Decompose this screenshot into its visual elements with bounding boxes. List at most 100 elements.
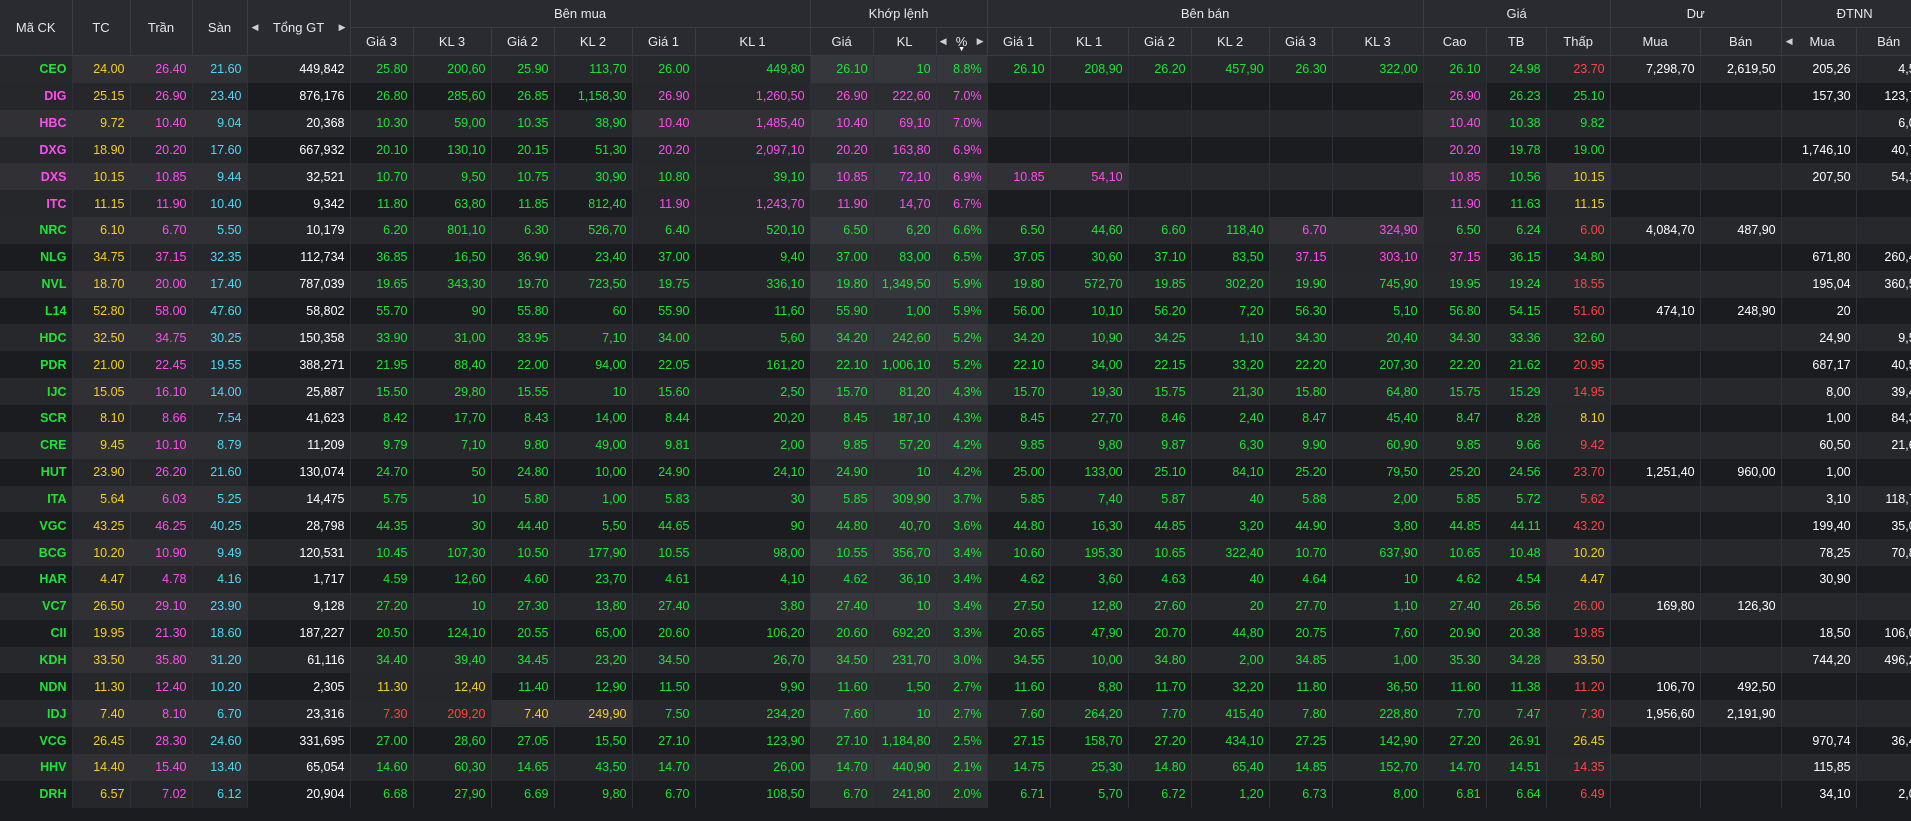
next-arrow-icon[interactable]: ▶ xyxy=(339,22,346,33)
bid-price-cell[interactable]: 7.40 xyxy=(491,700,555,728)
table-row[interactable]: DIG 25.15 26.90 23.40 876,176 26.80 285,60 26.8… xyxy=(0,82,1911,110)
bid-volume-cell[interactable]: 28,60 xyxy=(413,727,492,754)
table-row[interactable]: NVL 18.70 20.00 17.40 787,039 19.65 343,30 19.7… xyxy=(0,270,1911,298)
ask-price-cell[interactable]: 56.30 xyxy=(1269,297,1333,325)
symbol-cell[interactable]: IJC xyxy=(0,378,73,405)
bid-volume-cell[interactable]: 9,80 xyxy=(554,780,633,808)
ask-price-cell[interactable]: 34.25 xyxy=(1128,324,1192,352)
bid-volume-cell[interactable]: 10,00 xyxy=(554,458,633,486)
ask-price-cell[interactable]: 44.90 xyxy=(1269,512,1333,540)
bid-price-cell[interactable]: 34.50 xyxy=(632,646,696,674)
ask-price-cell[interactable]: 7.80 xyxy=(1269,700,1333,728)
ask-volume-cell[interactable]: 5,70 xyxy=(1050,780,1129,808)
bid-volume-cell[interactable]: 336,10 xyxy=(695,270,811,298)
bid-volume-cell[interactable]: 177,90 xyxy=(554,539,633,567)
bid-price-cell[interactable]: 11.40 xyxy=(491,673,555,701)
bid-volume-cell[interactable]: 12,40 xyxy=(413,673,492,701)
ask-volume-cell[interactable]: 133,00 xyxy=(1050,458,1129,486)
header-buy-col[interactable]: Giá 3 xyxy=(350,27,414,56)
ask-price-cell[interactable]: 56.00 xyxy=(987,297,1051,325)
bid-volume-cell[interactable]: 31,00 xyxy=(413,324,492,352)
ask-volume-cell[interactable] xyxy=(1332,136,1424,164)
bid-price-cell[interactable]: 19.75 xyxy=(632,270,696,298)
ask-price-cell[interactable]: 15.75 xyxy=(1128,378,1192,405)
ask-volume-cell[interactable]: 322,40 xyxy=(1191,539,1270,567)
header-sell-col[interactable]: KL 1 xyxy=(1050,27,1129,56)
bid-price-cell[interactable]: 9.80 xyxy=(491,431,555,459)
bid-price-cell[interactable]: 20.10 xyxy=(350,136,414,164)
bid-price-cell[interactable]: 26.90 xyxy=(632,82,696,110)
header-buy-col[interactable]: Giá 1 xyxy=(632,27,696,56)
bid-price-cell[interactable]: 11.90 xyxy=(632,190,696,218)
ask-volume-cell[interactable]: 34,00 xyxy=(1050,351,1129,379)
bid-price-cell[interactable]: 10.55 xyxy=(632,539,696,567)
symbol-cell[interactable]: CEO xyxy=(0,55,73,83)
ask-price-cell[interactable]: 11.80 xyxy=(1269,673,1333,701)
table-row[interactable]: IDJ 7.40 8.10 6.70 23,316 7.30 209,20 7.40 249,9… xyxy=(0,700,1911,728)
bid-volume-cell[interactable]: 63,80 xyxy=(413,190,492,218)
ask-volume-cell[interactable]: 16,30 xyxy=(1050,512,1129,540)
symbol-cell[interactable]: VC7 xyxy=(0,592,73,620)
ask-price-cell[interactable]: 15.70 xyxy=(987,378,1051,405)
bid-price-cell[interactable]: 55.90 xyxy=(632,297,696,325)
symbol-cell[interactable]: NRC xyxy=(0,217,73,244)
bid-volume-cell[interactable]: 38,90 xyxy=(554,109,633,137)
bid-price-cell[interactable]: 11.85 xyxy=(491,190,555,218)
ask-volume-cell[interactable]: 20,40 xyxy=(1332,324,1424,352)
symbol-cell[interactable]: L14 xyxy=(0,297,73,325)
bid-volume-cell[interactable]: 10 xyxy=(413,485,492,513)
ask-volume-cell[interactable] xyxy=(1191,190,1270,218)
bid-volume-cell[interactable]: 1,243,70 xyxy=(695,190,811,218)
ask-price-cell[interactable]: 6.70 xyxy=(1269,217,1333,244)
bid-price-cell[interactable]: 4.59 xyxy=(350,566,414,593)
ask-price-cell[interactable]: 14.80 xyxy=(1128,753,1192,781)
ask-volume-cell[interactable]: 25,30 xyxy=(1050,753,1129,781)
symbol-cell[interactable]: NLG xyxy=(0,243,73,271)
ask-volume-cell[interactable]: 40 xyxy=(1191,566,1270,593)
bid-volume-cell[interactable]: 12,60 xyxy=(413,566,492,593)
ask-volume-cell[interactable]: 21,30 xyxy=(1191,378,1270,405)
ask-price-cell[interactable]: 15.80 xyxy=(1269,378,1333,405)
bid-price-cell[interactable]: 22.05 xyxy=(632,351,696,379)
bid-price-cell[interactable]: 26.80 xyxy=(350,82,414,110)
bid-volume-cell[interactable]: 5,50 xyxy=(554,512,633,540)
header-buy-col[interactable]: Giá 2 xyxy=(491,27,555,56)
ask-price-cell[interactable]: 27.50 xyxy=(987,592,1051,620)
ask-volume-cell[interactable]: 32,20 xyxy=(1191,673,1270,701)
bid-price-cell[interactable]: 34.40 xyxy=(350,646,414,674)
bid-price-cell[interactable]: 19.70 xyxy=(491,270,555,298)
ask-volume-cell[interactable]: 207,30 xyxy=(1332,351,1424,379)
ask-price-cell[interactable]: 10.60 xyxy=(987,539,1051,567)
header-low[interactable]: Thấp xyxy=(1546,27,1611,56)
bid-price-cell[interactable]: 36.90 xyxy=(491,243,555,271)
ask-price-cell[interactable] xyxy=(987,190,1051,218)
ask-volume-cell[interactable]: 637,90 xyxy=(1332,539,1424,567)
ask-price-cell[interactable]: 37.15 xyxy=(1269,243,1333,271)
ask-volume-cell[interactable]: 1,10 xyxy=(1191,324,1270,352)
ask-volume-cell[interactable] xyxy=(1332,190,1424,218)
ask-price-cell[interactable] xyxy=(1269,109,1333,137)
bid-price-cell[interactable]: 24.90 xyxy=(632,458,696,486)
bid-price-cell[interactable]: 7.50 xyxy=(632,700,696,728)
bid-price-cell[interactable]: 20.20 xyxy=(632,136,696,164)
ask-volume-cell[interactable]: 457,90 xyxy=(1191,55,1270,83)
bid-volume-cell[interactable]: 24,10 xyxy=(695,458,811,486)
ask-volume-cell[interactable]: 8,00 xyxy=(1332,780,1424,808)
ask-price-cell[interactable]: 20.70 xyxy=(1128,619,1192,647)
ask-volume-cell[interactable]: 3,80 xyxy=(1332,512,1424,540)
ask-price-cell[interactable]: 34.85 xyxy=(1269,646,1333,674)
table-row[interactable]: BCG 10.20 10.90 9.49 120,531 10.45 107,30 10.50… xyxy=(0,539,1911,567)
symbol-cell[interactable]: HDC xyxy=(0,324,73,352)
ask-price-cell[interactable]: 34.55 xyxy=(987,646,1051,674)
ask-volume-cell[interactable]: 3,20 xyxy=(1191,512,1270,540)
table-row[interactable]: HHV 14.40 15.40 13.40 65,054 14.60 60,30 14.65 4… xyxy=(0,753,1911,781)
bid-volume-cell[interactable]: 11,60 xyxy=(695,297,811,325)
ask-volume-cell[interactable] xyxy=(1191,109,1270,137)
bid-price-cell[interactable]: 55.70 xyxy=(350,297,414,325)
bid-price-cell[interactable]: 44.65 xyxy=(632,512,696,540)
ask-volume-cell[interactable]: 324,90 xyxy=(1332,217,1424,244)
bid-volume-cell[interactable]: 2,50 xyxy=(695,378,811,405)
ask-volume-cell[interactable]: 118,40 xyxy=(1191,217,1270,244)
ask-volume-cell[interactable]: 84,10 xyxy=(1191,458,1270,486)
bid-volume-cell[interactable]: 1,158,30 xyxy=(554,82,633,110)
